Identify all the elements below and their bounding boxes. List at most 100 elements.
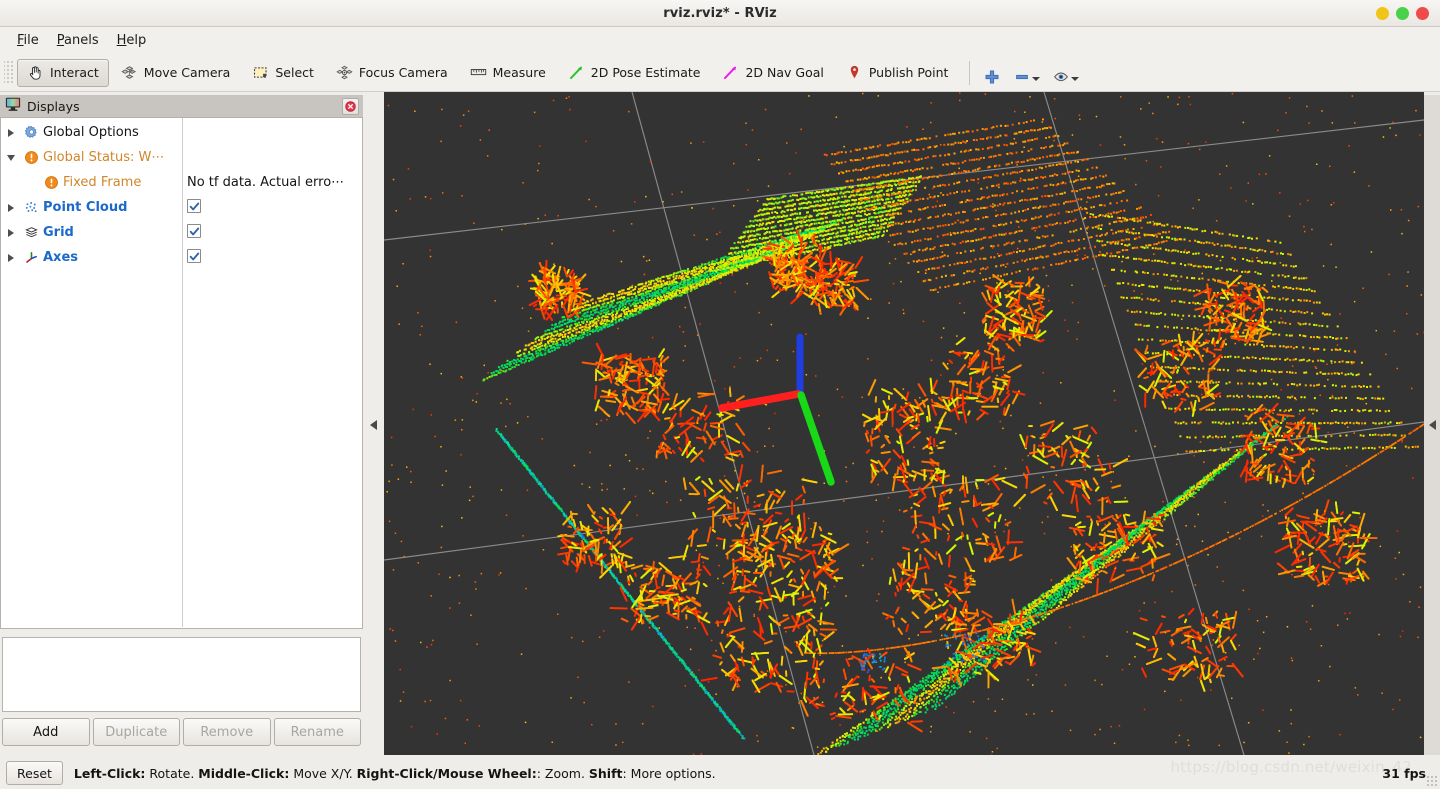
displays-panel-close-button[interactable] — [342, 98, 359, 115]
close-icon — [345, 101, 356, 112]
close-button[interactable] — [1416, 7, 1429, 20]
tree-item-label: Global Options — [41, 124, 141, 141]
displays-tree[interactable]: Global Options Global Status: W⋯ Fixed F… — [0, 118, 363, 629]
displays-panel-buttons: Add Duplicate Remove Rename — [2, 718, 361, 746]
tool-move-camera-label: Move Camera — [144, 65, 231, 80]
expander-collapsed-icon[interactable] — [1, 129, 21, 137]
tree-item-fixed-frame[interactable]: Fixed Frame No tf data. Actual erro⋯ — [1, 170, 362, 195]
minus-icon — [1013, 68, 1031, 86]
tool-bar: Interact Move Camera Select Focus Camera… — [0, 54, 1440, 92]
window-title: rviz.rviz* - RViz — [663, 6, 777, 21]
display-description-box — [2, 637, 361, 712]
hint-middle-click-label: Middle-Click: — [198, 766, 289, 781]
hand-cursor-icon — [27, 64, 44, 81]
expander-collapsed-icon[interactable] — [1, 254, 21, 262]
focus-camera-icon — [336, 64, 353, 81]
tree-item-grid[interactable]: Grid — [1, 220, 362, 245]
eye-icon — [1052, 68, 1070, 86]
hint-rotate-label: Rotate. — [145, 766, 198, 781]
tool-focus-camera[interactable]: Focus Camera — [326, 59, 458, 87]
rviz-window: rviz.rviz* - RViz File Panels Help Inter… — [0, 0, 1440, 789]
title-bar: rviz.rviz* - RViz — [0, 0, 1440, 27]
tool-interact-label: Interact — [50, 65, 99, 80]
menu-bar: File Panels Help — [0, 27, 1440, 54]
monitor-icon — [5, 96, 21, 116]
point-cloud-enabled-checkbox[interactable] — [187, 199, 201, 216]
gear-icon — [21, 125, 41, 140]
checkmark-icon — [189, 226, 200, 237]
hint-shift-label: Shift — [589, 766, 623, 781]
magenta-arrow-icon — [722, 64, 739, 81]
warning-icon — [21, 150, 41, 165]
render-viewport-3d[interactable] — [384, 92, 1424, 755]
chevron-down-icon[interactable] — [1032, 77, 1040, 81]
tool-publish-point[interactable]: Publish Point — [836, 59, 959, 87]
remove-display-button[interactable]: Remove — [183, 718, 271, 746]
remove-tool-button[interactable] — [1007, 59, 1046, 87]
add-tool-button[interactable] — [977, 59, 1007, 87]
displays-panel-title: Displays — [27, 99, 342, 114]
tree-item-axes[interactable]: Axes — [1, 245, 362, 270]
point-cloud-icon — [21, 200, 41, 215]
tool-select[interactable]: Select — [242, 59, 324, 87]
checkmark-icon — [189, 201, 200, 212]
tool-select-label: Select — [275, 65, 314, 80]
select-box-icon — [252, 64, 269, 81]
right-panel-splitter[interactable] — [1424, 95, 1440, 755]
tool-2d-pose-estimate[interactable]: 2D Pose Estimate — [558, 59, 711, 87]
menu-file[interactable]: File — [9, 30, 47, 51]
expander-collapsed-icon[interactable] — [1, 229, 21, 237]
axes-icon — [21, 250, 41, 265]
tool-measure[interactable]: Measure — [460, 59, 556, 87]
minimize-button[interactable] — [1376, 7, 1389, 20]
hint-more-label: : More options. — [623, 766, 716, 781]
checkmark-icon — [189, 251, 200, 262]
tree-item-point-cloud[interactable]: Point Cloud — [1, 195, 362, 220]
expander-collapsed-icon[interactable] — [1, 204, 21, 212]
warning-icon — [41, 175, 61, 190]
tool-2d-pose-estimate-label: 2D Pose Estimate — [591, 65, 701, 80]
menu-help[interactable]: Help — [109, 30, 155, 51]
add-display-button[interactable]: Add — [2, 718, 90, 746]
tool-interact[interactable]: Interact — [17, 59, 109, 87]
tree-item-global-status[interactable]: Global Status: W⋯ — [1, 145, 362, 170]
axes-enabled-checkbox[interactable] — [187, 249, 201, 266]
fixed-frame-status-value: No tf data. Actual erro⋯ — [187, 175, 344, 190]
displays-panel-header: Displays — [0, 95, 363, 118]
tool-visibility-button[interactable] — [1046, 59, 1085, 87]
grid-enabled-checkbox[interactable] — [187, 224, 201, 241]
move-camera-icon — [121, 64, 138, 81]
expander-expanded-icon[interactable] — [1, 155, 21, 161]
point-cloud-render — [384, 92, 1424, 755]
toolbar-drag-handle[interactable] — [4, 61, 13, 85]
menu-panels[interactable]: Panels — [49, 30, 107, 51]
map-pin-icon — [846, 64, 863, 81]
tree-item-label: Fixed Frame — [61, 174, 143, 191]
hint-right-click-label: Right-Click/Mouse Wheel: — [357, 766, 537, 781]
tree-item-label: Axes — [41, 249, 80, 266]
hint-zoom-label: : Zoom. — [537, 766, 589, 781]
toolbar-separator — [969, 61, 970, 85]
tree-item-global-options[interactable]: Global Options — [1, 120, 362, 145]
hint-move-label: Move X/Y. — [289, 766, 356, 781]
maximize-button[interactable] — [1396, 7, 1409, 20]
tool-move-camera[interactable]: Move Camera — [111, 59, 241, 87]
tool-2d-nav-goal[interactable]: 2D Nav Goal — [712, 59, 833, 87]
displays-panel: Displays Global Options Global Status: W… — [0, 95, 363, 755]
tool-publish-point-label: Publish Point — [869, 65, 949, 80]
chevron-down-icon[interactable] — [1071, 77, 1079, 81]
collapse-right-arrow-icon — [1429, 420, 1436, 430]
reset-view-button[interactable]: Reset — [6, 761, 63, 785]
rename-display-button[interactable]: Rename — [274, 718, 362, 746]
left-panel-splitter[interactable] — [363, 95, 383, 755]
hint-left-click-label: Left-Click: — [74, 766, 146, 781]
window-controls — [1376, 0, 1429, 27]
tree-item-label: Point Cloud — [41, 199, 129, 216]
tool-measure-label: Measure — [493, 65, 546, 80]
green-arrow-icon — [568, 64, 585, 81]
plus-icon — [983, 68, 1001, 86]
fps-counter: 31 fps — [1382, 766, 1426, 781]
duplicate-display-button[interactable]: Duplicate — [93, 718, 181, 746]
resize-grip[interactable] — [1426, 775, 1437, 786]
status-bar: Reset Left-Click: Rotate. Middle-Click: … — [0, 757, 1440, 789]
